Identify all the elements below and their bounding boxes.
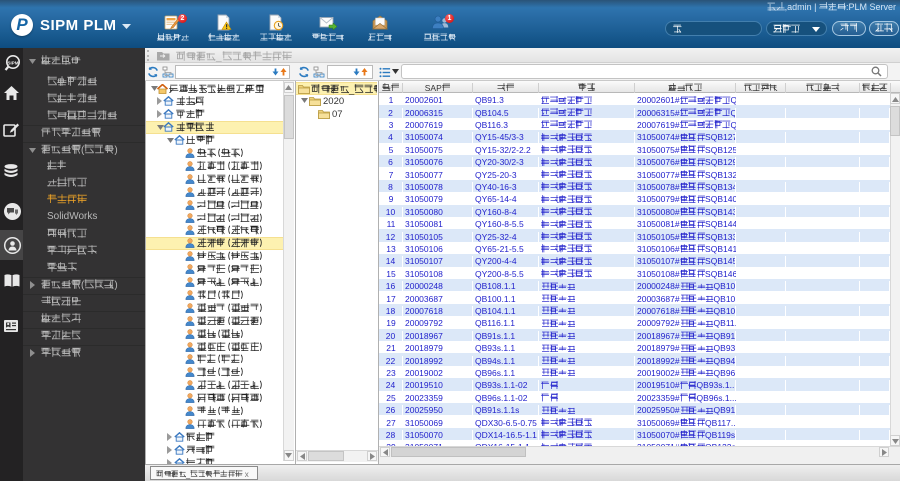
svg-text:SIPM: SIPM [7, 61, 18, 66]
